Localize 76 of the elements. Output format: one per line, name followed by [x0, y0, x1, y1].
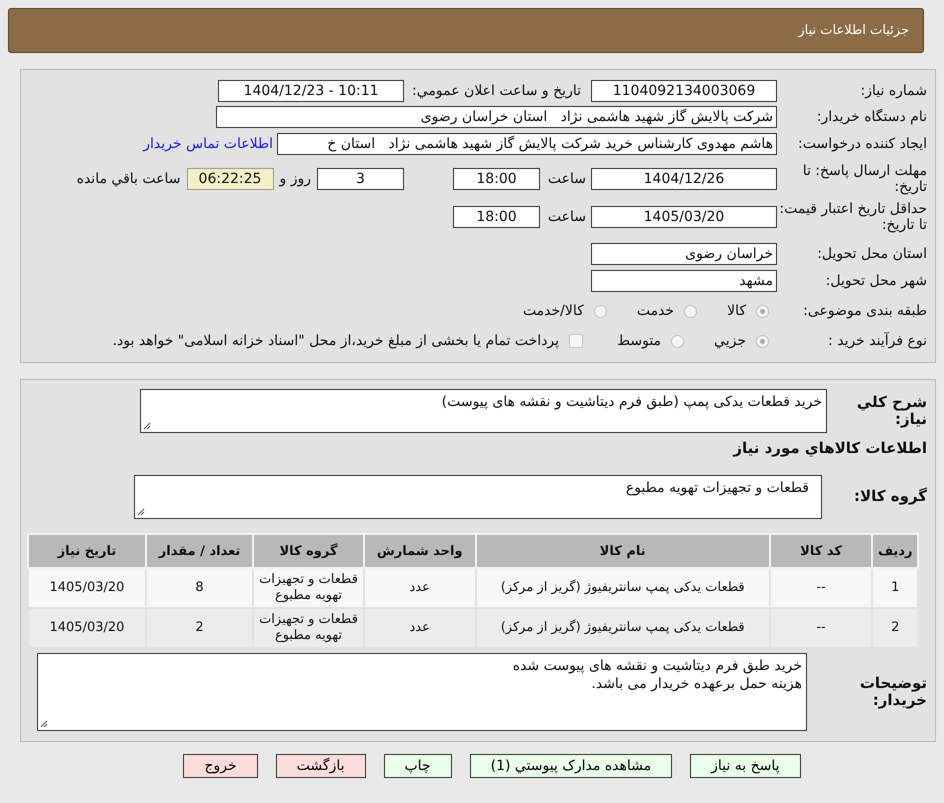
field-label: ساعت باقي مانده: [76, 171, 180, 187]
field-label: نام دستگاه خریدار:: [816, 108, 927, 126]
field-label: طبقه بندی موضوعی:: [802, 302, 927, 320]
radio-button[interactable]: [594, 304, 607, 318]
checkbox[interactable]: [569, 334, 584, 348]
field-label: تاریخ و ساعت اعلان عمومي:: [412, 83, 581, 99]
province-field: خراسان رضوی: [591, 243, 777, 265]
column-header: نام کالا: [476, 534, 770, 568]
radio-label: خدمت: [636, 303, 674, 319]
buyer-contact-link[interactable]: اطلاعات تماس خریدار: [143, 136, 273, 152]
table-cell: 1405/03/20: [28, 608, 146, 648]
table-cell: 8: [146, 568, 254, 608]
summary-field: خرید قطعات یدکی پمپ (طبق فرم دیتاشیت و نقشه های پیوست): [140, 389, 827, 433]
table-cell: --: [770, 608, 872, 648]
column-header: واحد شمارش: [364, 534, 476, 568]
days-field: 3: [317, 168, 404, 190]
column-header: ردیف: [872, 534, 918, 568]
action-button[interactable]: خروج: [183, 754, 258, 778]
table-cell: 2: [872, 608, 918, 648]
column-header: تاریخ نیاز: [28, 534, 146, 568]
radio-button[interactable]: [671, 334, 684, 348]
field-label: شرح کلي نياز:: [856, 394, 927, 428]
column-header: کد کالا: [770, 534, 872, 568]
creator-field: هاشم مهدوی کارشناس خرید شرکت پالایش گاز شهید هاشمی نژاد استان خ: [277, 133, 777, 155]
action-button[interactable]: چاپ: [384, 754, 452, 778]
table-cell: قطعات یدکی پمپ سانتریفیوژ (گریز از مرکز): [476, 568, 770, 608]
announce-date-field: 1404/12/23 - 10:11: [218, 80, 404, 102]
header-title: جزئیات اطلاعات نیاز: [798, 23, 909, 38]
field-label: گروه کالا:: [853, 488, 927, 506]
radio-label: جزيي: [714, 333, 746, 349]
field-label: حداقل تاریخ اعتبار قیمت: تا تاریخ:: [778, 200, 927, 234]
buyer-notes-field: خرید طبق فرم دیتاشیت و نقشه های پیوست شده هزینه حمل برعهده خریدار می باشد.: [37, 653, 807, 731]
goods-group-field: قطعات و تجهیزات تهویه مطبوع: [134, 475, 822, 519]
field-label: توضیحات خریدار:: [858, 674, 927, 710]
radio-label: کالا: [727, 303, 746, 319]
table-cell: 1405/03/20: [28, 568, 146, 608]
radio-label: کالا/خدمت: [522, 303, 584, 319]
field-label: ایجاد کننده درخواست:: [797, 136, 927, 152]
action-button[interactable]: پاسخ به نیاز: [690, 754, 801, 778]
buyer-field: شرکت پالایش گاز شهید هاشمی نژاد استان خراسان رضوی: [216, 106, 777, 128]
radio-label: متوسط: [617, 333, 662, 349]
table-cell: قطعات و تجهیزات تهویه مطبوع: [253, 568, 364, 608]
table-cell: قطعات و تجهیزات تهویه مطبوع: [253, 608, 364, 648]
radio-button[interactable]: [684, 304, 698, 318]
table-cell: عدد: [364, 568, 476, 608]
deadline-date-field: 1404/12/26: [591, 168, 777, 190]
city-field: مشهد: [591, 270, 777, 292]
section-title: اطلاعات کالاهاي مورد نياز: [732, 440, 927, 458]
radio-button[interactable]: [756, 304, 769, 318]
field-label: روز و: [280, 171, 311, 187]
field-label: شماره نیاز:: [860, 82, 927, 100]
checkbox-label: پرداخت تمام یا بخشی از مبلغ خرید،از محل "اسناد خزانه اسلامی" خواهد بود.: [112, 333, 560, 349]
field-label: استان محل تحویل:: [816, 246, 927, 262]
column-header: گروه کالا: [253, 534, 364, 568]
field-label: مهلت ارسال پاسخ: تا تاریخ:: [802, 162, 927, 196]
resize-grip-icon[interactable]: [40, 720, 48, 728]
field-label: ساعت: [546, 209, 586, 225]
validity-time-field: 18:00: [453, 206, 540, 228]
table-cell: عدد: [364, 608, 476, 648]
deadline-time-field: 18:00: [453, 168, 540, 190]
radio-button[interactable]: [756, 334, 769, 348]
table-cell: 1: [872, 568, 918, 608]
field-label: نوع فرآیند خرید :: [827, 332, 927, 350]
table-cell: 2: [146, 608, 254, 648]
remaining-time-field: 06:22:25: [186, 168, 274, 190]
table-cell: --: [770, 568, 872, 608]
action-button[interactable]: بازگشت: [276, 754, 366, 778]
resize-grip-icon[interactable]: [137, 508, 145, 516]
field-label: شهر محل تحویل:: [824, 272, 927, 290]
table-cell: قطعات یدکی پمپ سانتریفیوژ (گریز از مرکز): [476, 608, 770, 648]
column-header: تعداد / مقدار: [146, 534, 254, 568]
action-button[interactable]: مشاهده مدارک پیوستي (1): [470, 754, 672, 778]
validity-date-field: 1405/03/20: [591, 206, 777, 228]
field-label: ساعت: [546, 171, 586, 187]
resize-grip-icon[interactable]: [143, 422, 151, 430]
need-number-field: 1104092134003069: [591, 80, 777, 102]
